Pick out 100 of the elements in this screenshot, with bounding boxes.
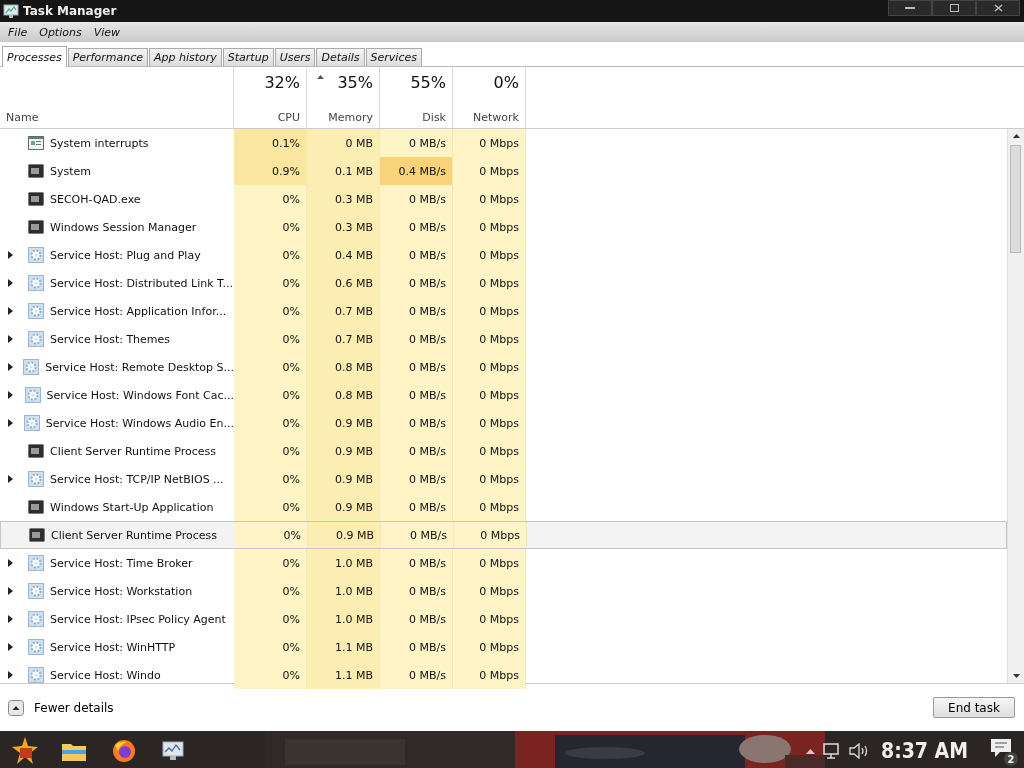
usage-cell: 0 MB/s	[380, 241, 453, 269]
usage-percent: 35%	[337, 73, 373, 92]
usage-cell: 0 MB/s	[380, 661, 453, 689]
column-header[interactable]: CPU	[277, 111, 300, 124]
usage-cell: 0 MB/s	[380, 437, 453, 465]
usage-cell: 0.9 MB	[307, 437, 380, 465]
usage-cell: 0.9 MB	[307, 493, 380, 521]
usage-cell: 1.1 MB	[307, 661, 380, 689]
folder-icon[interactable]	[62, 741, 86, 761]
gear-icon	[24, 387, 41, 403]
process-row[interactable]: Service Host: TCP/IP NetBIOS ... 0% 0.9 MB 0 MB/s 0 Mbps	[0, 465, 1007, 493]
usage-cell: 0 Mbps	[453, 241, 526, 269]
usage-cell: 0.7 MB	[307, 297, 380, 325]
process-row[interactable]: System 0.9% 0.1 MB 0.4 MB/s 0 Mbps	[0, 157, 1007, 185]
gear-icon	[28, 247, 44, 263]
tab[interactable]: App history	[148, 48, 222, 66]
process-row[interactable]: Service Host: Remote Desktop S... 0% 0.8 MB 0 MB/s 0 Mbps	[0, 353, 1007, 381]
gear-icon	[28, 303, 44, 319]
star-logo-icon[interactable]	[12, 737, 38, 765]
process-row[interactable]: Service Host: Application Infor... 0% 0.7 MB 0 MB/s 0 Mbps	[0, 297, 1007, 325]
scroll-up-icon[interactable]	[1012, 134, 1020, 138]
process-row[interactable]: Windows Start-Up Application 0% 0.9 MB 0 MB/s 0 Mbps	[0, 493, 1007, 521]
process-row[interactable]: Service Host: Distributed Link T... 0% 0.6 MB 0 MB/s 0 Mbps	[0, 269, 1007, 297]
gear-icon	[28, 639, 44, 655]
process-name: Service Host: IPsec Policy Agent	[50, 612, 226, 626]
usage-cell: 0 MB/s	[380, 465, 453, 493]
process-row[interactable]: Client Server Runtime Process 0% 0.9 MB 0 MB/s 0 Mbps	[0, 437, 1007, 465]
process-row[interactable]: Service Host: Windo 0% 1.1 MB 0 MB/s 0 Mbps	[0, 661, 1007, 689]
usage-cell: 1.0 MB	[307, 577, 380, 605]
tab[interactable]: Performance	[67, 48, 148, 66]
usage-percent: 0%	[493, 73, 519, 92]
usage-cell: 0 MB/s	[380, 633, 453, 661]
column-header[interactable]: Network	[473, 111, 519, 124]
clock[interactable]: 8:37 AM	[881, 739, 968, 763]
monitor-icon[interactable]	[162, 740, 186, 762]
process-row[interactable]: Service Host: Workstation 0% 1.0 MB 0 MB/s 0 Mbps	[0, 577, 1007, 605]
usage-cell: 0.8 MB	[307, 353, 380, 381]
expand-arrow-icon[interactable]	[8, 363, 14, 371]
menu-item[interactable]: View	[87, 25, 127, 39]
process-row[interactable]: SECOH-QAD.exe 0% 0.3 MB 0 MB/s 0 Mbps	[0, 185, 1007, 213]
close-button[interactable]	[976, 0, 1020, 16]
expand-arrow-icon[interactable]	[8, 419, 14, 427]
tab[interactable]: Services	[365, 48, 422, 66]
notification-count: 2	[1004, 752, 1018, 766]
process-row[interactable]: Client Server Runtime Process 0% 0.9 MB 0 MB/s 0 Mbps	[0, 521, 1007, 549]
process-row[interactable]: Service Host: WinHTTP 0% 1.1 MB 0 MB/s 0 Mbps	[0, 633, 1007, 661]
usage-cell: 0%	[234, 297, 307, 325]
usage-cell: 0 MB/s	[380, 493, 453, 521]
gear-icon	[28, 331, 44, 347]
usage-cell: 0%	[234, 381, 307, 409]
process-row[interactable]: Service Host: Plug and Play 0% 0.4 MB 0 MB/s 0 Mbps	[0, 241, 1007, 269]
usage-cell: 0%	[234, 493, 307, 521]
usage-cell: 0 MB/s	[380, 185, 453, 213]
fox-globe-icon[interactable]	[112, 739, 136, 763]
maximize-button[interactable]	[932, 0, 976, 16]
minimize-button[interactable]	[888, 0, 932, 16]
expand-arrow-icon[interactable]	[8, 391, 15, 399]
scroll-thumb[interactable]	[1010, 145, 1021, 253]
column-header[interactable]: Memory	[328, 111, 373, 124]
gear-icon	[23, 359, 40, 375]
process-row[interactable]: Service Host: IPsec Policy Agent 0% 1.0 MB 0 MB/s 0 Mbps	[0, 605, 1007, 633]
end-task-button[interactable]: End task	[933, 697, 1015, 718]
usage-cell: 0%	[234, 241, 307, 269]
usage-cell: 0 MB/s	[381, 522, 454, 548]
process-row[interactable]: Service Host: Themes 0% 0.7 MB 0 MB/s 0 Mbps	[0, 325, 1007, 353]
network-icon[interactable]	[823, 743, 841, 759]
usage-cell: 0.3 MB	[307, 213, 380, 241]
usage-cell: 0 Mbps	[453, 549, 526, 577]
menu-item[interactable]: Options	[33, 25, 88, 39]
usage-cell: 0 MB/s	[380, 213, 453, 241]
process-row[interactable]: Windows Session Manager 0% 0.3 MB 0 MB/s 0 Mbps	[0, 213, 1007, 241]
fewer-details-link[interactable]: Fewer details	[8, 699, 114, 716]
usage-cell: 0 MB/s	[380, 549, 453, 577]
tab[interactable]: Users	[274, 48, 316, 66]
column-header[interactable]: Name	[6, 111, 39, 124]
process-row[interactable]: Service Host: Windows Font Cac... 0% 0.8 MB 0 MB/s 0 Mbps	[0, 381, 1007, 409]
process-name: Windows Session Manager	[50, 220, 197, 234]
usage-cell: 0.4 MB/s	[380, 157, 453, 185]
usage-cell: 0 Mbps	[453, 297, 526, 325]
process-row[interactable]: Service Host: Time Broker 0% 1.0 MB 0 MB/s 0 Mbps	[0, 549, 1007, 577]
process-row[interactable]: Service Host: Windows Audio En... 0% 0.9 MB 0 MB/s 0 Mbps	[0, 409, 1007, 437]
scroll-down-icon[interactable]	[1012, 674, 1020, 678]
process-name: Service Host: Workstation	[50, 584, 193, 598]
volume-icon[interactable]	[849, 743, 869, 759]
usage-cell: 0 Mbps	[453, 661, 526, 689]
tab[interactable]: Processes	[2, 46, 67, 67]
usage-cell: 0%	[234, 605, 307, 633]
usage-cell: 1.0 MB	[307, 549, 380, 577]
window-icon	[28, 191, 44, 207]
menu-item[interactable]: File	[2, 25, 34, 39]
scrollbar[interactable]	[1007, 129, 1024, 683]
usage-cell: 0 MB/s	[380, 605, 453, 633]
usage-cell: 0 Mbps	[453, 325, 526, 353]
tab[interactable]: Startup	[222, 48, 274, 66]
process-row[interactable]: System interrupts 0.1% 0 MB 0 MB/s 0 Mbps	[0, 129, 1007, 157]
usage-cell: 0 MB/s	[380, 297, 453, 325]
window-icon	[28, 219, 44, 235]
column-header[interactable]: Disk	[422, 111, 446, 124]
usage-cell: 1.0 MB	[307, 605, 380, 633]
tab[interactable]: Details	[316, 48, 365, 66]
